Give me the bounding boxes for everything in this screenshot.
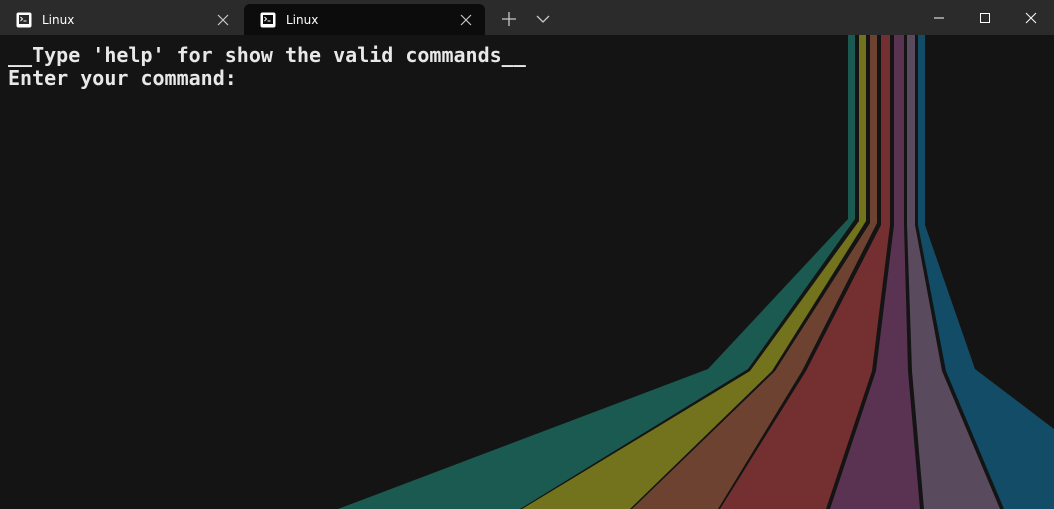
terminal-prompt: Enter your command: — [8, 66, 237, 90]
close-window-button[interactable] — [1008, 0, 1054, 35]
tab-title: Linux — [286, 12, 319, 27]
title-bar: Linux Linux — [0, 0, 1054, 35]
tab-linux-2[interactable]: Linux — [244, 4, 485, 35]
minimize-button[interactable] — [916, 0, 962, 35]
tab-linux-1[interactable]: Linux — [0, 4, 242, 35]
tab-dropdown-button[interactable] — [532, 8, 554, 30]
close-icon[interactable] — [216, 13, 230, 27]
terminal-line: __Type 'help' for show the valid command… — [8, 43, 526, 67]
close-icon[interactable] — [459, 13, 473, 27]
maximize-icon — [980, 13, 990, 23]
terminal-pane[interactable]: __Type 'help' for show the valid command… — [0, 35, 1054, 509]
chevron-down-icon — [536, 15, 550, 23]
terminal-output: __Type 'help' for show the valid command… — [8, 44, 526, 90]
maximize-button[interactable] — [962, 0, 1008, 35]
new-tab-button[interactable] — [498, 8, 520, 30]
terminal-icon — [16, 12, 32, 28]
close-icon — [1025, 12, 1037, 24]
tab-title: Linux — [42, 12, 75, 27]
minimize-icon — [934, 17, 944, 19]
background-stripes-image — [338, 35, 1054, 509]
plus-icon — [502, 12, 516, 26]
terminal-icon — [260, 12, 276, 28]
